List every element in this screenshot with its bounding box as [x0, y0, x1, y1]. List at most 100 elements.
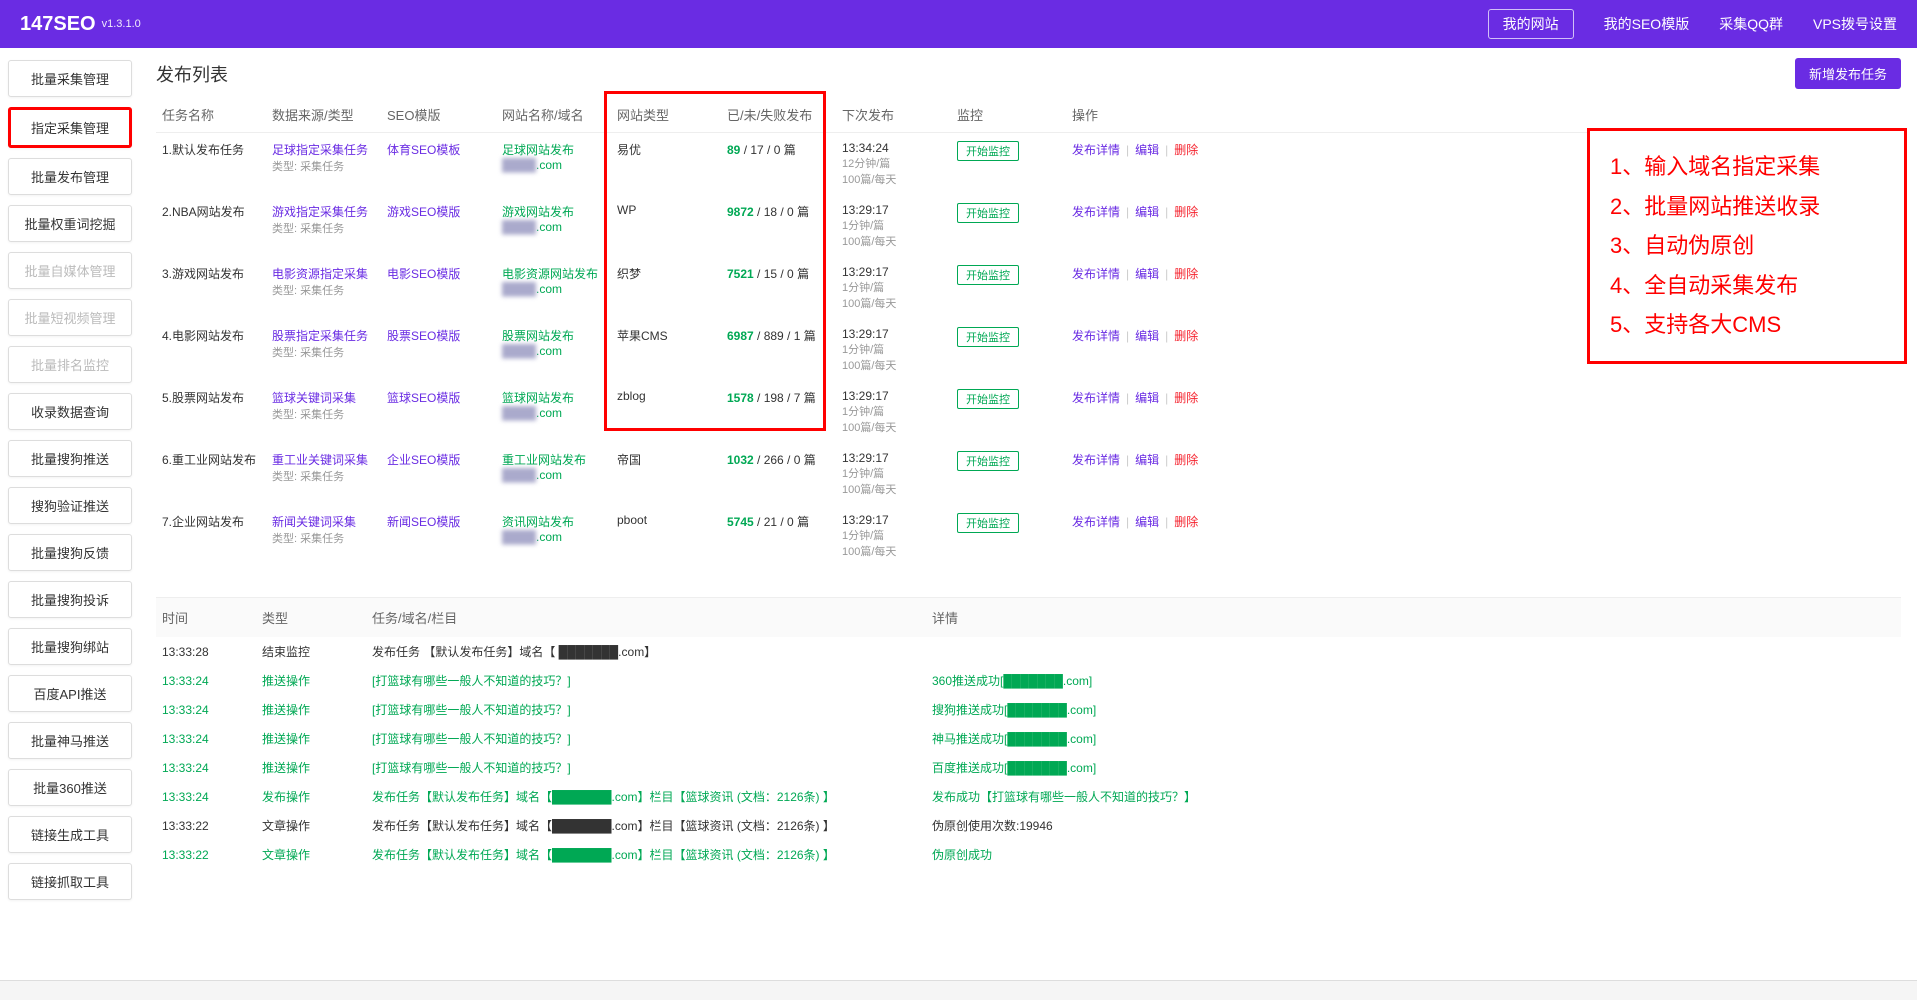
op-delete[interactable]: 删除 — [1174, 389, 1198, 406]
sidebar-item-13[interactable]: 百度API推送 — [8, 675, 132, 712]
op-delete[interactable]: 删除 — [1174, 327, 1198, 344]
op-edit[interactable]: 编辑 — [1135, 389, 1159, 406]
site-link[interactable]: 股票网站发布 — [502, 329, 574, 343]
log-task: 发布任务 【默认发布任务】域名【 ███████.com】 — [366, 637, 926, 666]
start-monitor-button[interactable]: 开始监控 — [957, 513, 1019, 533]
start-monitor-button[interactable]: 开始监控 — [957, 203, 1019, 223]
sidebar-item-14[interactable]: 批量神马推送 — [8, 722, 132, 759]
start-monitor-button[interactable]: 开始监控 — [957, 265, 1019, 285]
log-time: 13:33:24 — [156, 724, 256, 753]
cell-type: 苹果CMS — [611, 319, 721, 381]
log-detail: 伪原创使用次数:19946 — [926, 811, 1901, 840]
cell-name: 7.企业网站发布 — [156, 505, 266, 567]
start-monitor-button[interactable]: 开始监控 — [957, 327, 1019, 347]
sidebar-item-1[interactable]: 指定采集管理 — [8, 107, 132, 148]
site-link[interactable]: 电影资源网站发布 — [502, 267, 598, 281]
sidebar-item-0[interactable]: 批量采集管理 — [8, 60, 132, 97]
op-detail[interactable]: 发布详情 — [1072, 203, 1120, 220]
cell-next: 13:29:171分钟/篇100篇/每天 — [836, 443, 951, 505]
log-type: 结束监控 — [256, 637, 366, 666]
sidebar-item-2[interactable]: 批量发布管理 — [8, 158, 132, 195]
cell-ops: 发布详情|编辑|删除 — [1066, 443, 1901, 505]
source-link[interactable]: 游戏指定采集任务 — [272, 205, 368, 219]
op-detail[interactable]: 发布详情 — [1072, 141, 1120, 158]
sidebar-item-3[interactable]: 批量权重词挖掘 — [8, 205, 132, 242]
sidebar-item-11[interactable]: 批量搜狗投诉 — [8, 581, 132, 618]
sidebar-item-16[interactable]: 链接生成工具 — [8, 816, 132, 853]
sidebar-item-6[interactable]: 批量排名监控 — [8, 346, 132, 383]
cell-next: 13:29:171分钟/篇100篇/每天 — [836, 257, 951, 319]
sidebar-item-4[interactable]: 批量自媒体管理 — [8, 252, 132, 289]
cell-template: 体育SEO模板 — [381, 133, 496, 196]
site-link[interactable]: 游戏网站发布 — [502, 205, 574, 219]
op-detail[interactable]: 发布详情 — [1072, 327, 1120, 344]
op-detail[interactable]: 发布详情 — [1072, 265, 1120, 282]
site-link[interactable]: 篮球网站发布 — [502, 391, 574, 405]
add-publish-task-button[interactable]: 新增发布任务 — [1795, 58, 1901, 89]
site-link[interactable]: 重工业网站发布 — [502, 453, 586, 467]
source-link[interactable]: 电影资源指定采集 — [272, 267, 368, 281]
op-delete[interactable]: 删除 — [1174, 203, 1198, 220]
log-table: 时间类型任务/域名/栏目详情 13:33:28结束监控发布任务 【默认发布任务】… — [156, 598, 1901, 869]
log-task: 发布任务【默认发布任务】域名【███████.com】栏目【篮球资讯 (文档：2… — [366, 840, 926, 869]
nav-vps-dial[interactable]: VPS拨号设置 — [1813, 14, 1897, 34]
source-link[interactable]: 篮球关键词采集 — [272, 391, 356, 405]
op-edit[interactable]: 编辑 — [1135, 327, 1159, 344]
start-monitor-button[interactable]: 开始监控 — [957, 451, 1019, 471]
cell-site: 篮球网站发布████.com — [496, 381, 611, 443]
template-link[interactable]: 体育SEO模板 — [387, 143, 460, 157]
log-col-1: 类型 — [256, 598, 366, 637]
sidebar-item-15[interactable]: 批量360推送 — [8, 769, 132, 806]
nav-qq-group[interactable]: 采集QQ群 — [1719, 14, 1783, 34]
nav-seo-template[interactable]: 我的SEO模版 — [1604, 14, 1690, 34]
log-type: 推送操作 — [256, 695, 366, 724]
source-link[interactable]: 新闻关键词采集 — [272, 515, 356, 529]
log-row: 13:33:24推送操作[打篮球有哪些一般人不知道的技巧？]百度推送成功[███… — [156, 753, 1901, 782]
op-detail[interactable]: 发布详情 — [1072, 451, 1120, 468]
op-edit[interactable]: 编辑 — [1135, 265, 1159, 282]
version: v1.3.1.0 — [102, 18, 141, 30]
cell-next: 13:29:171分钟/篇100篇/每天 — [836, 319, 951, 381]
cell-counts: 1578 / 198 / 7 篇 — [721, 381, 836, 443]
sidebar-item-10[interactable]: 批量搜狗反馈 — [8, 534, 132, 571]
template-link[interactable]: 电影SEO模版 — [387, 267, 460, 281]
op-edit[interactable]: 编辑 — [1135, 513, 1159, 530]
start-monitor-button[interactable]: 开始监控 — [957, 141, 1019, 161]
annotation-box: 1、输入域名指定采集2、批量网站推送收录3、自动伪原创4、全自动采集发布5、支持… — [1587, 128, 1907, 364]
sidebar-item-17[interactable]: 链接抓取工具 — [8, 863, 132, 900]
sidebar-item-12[interactable]: 批量搜狗绑站 — [8, 628, 132, 665]
op-delete[interactable]: 删除 — [1174, 265, 1198, 282]
log-task: 发布任务【默认发布任务】域名【███████.com】栏目【篮球资讯 (文档：2… — [366, 811, 926, 840]
cell-template: 新闻SEO模版 — [381, 505, 496, 567]
log-detail — [926, 637, 1901, 666]
op-edit[interactable]: 编辑 — [1135, 203, 1159, 220]
log-type: 推送操作 — [256, 666, 366, 695]
sidebar-item-9[interactable]: 搜狗验证推送 — [8, 487, 132, 524]
op-detail[interactable]: 发布详情 — [1072, 389, 1120, 406]
op-edit[interactable]: 编辑 — [1135, 451, 1159, 468]
template-link[interactable]: 股票SEO模版 — [387, 329, 460, 343]
cell-next: 13:29:171分钟/篇100篇/每天 — [836, 505, 951, 567]
op-delete[interactable]: 删除 — [1174, 451, 1198, 468]
sidebar-item-5[interactable]: 批量短视频管理 — [8, 299, 132, 336]
op-delete[interactable]: 删除 — [1174, 141, 1198, 158]
source-link[interactable]: 股票指定采集任务 — [272, 329, 368, 343]
start-monitor-button[interactable]: 开始监控 — [957, 389, 1019, 409]
sidebar-item-7[interactable]: 收录数据查询 — [8, 393, 132, 430]
site-link[interactable]: 足球网站发布 — [502, 143, 574, 157]
source-link[interactable]: 足球指定采集任务 — [272, 143, 368, 157]
sidebar-item-8[interactable]: 批量搜狗推送 — [8, 440, 132, 477]
op-edit[interactable]: 编辑 — [1135, 141, 1159, 158]
cell-type: pboot — [611, 505, 721, 567]
op-delete[interactable]: 删除 — [1174, 513, 1198, 530]
annotation-item-3: 4、全自动采集发布 — [1610, 266, 1884, 306]
template-link[interactable]: 游戏SEO模版 — [387, 205, 460, 219]
op-detail[interactable]: 发布详情 — [1072, 513, 1120, 530]
nav-my-site[interactable]: 我的网站 — [1488, 9, 1574, 39]
source-link[interactable]: 重工业关键词采集 — [272, 453, 368, 467]
template-link[interactable]: 企业SEO模版 — [387, 453, 460, 467]
template-link[interactable]: 新闻SEO模版 — [387, 515, 460, 529]
template-link[interactable]: 篮球SEO模版 — [387, 391, 460, 405]
site-link[interactable]: 资讯网站发布 — [502, 515, 574, 529]
log-time: 13:33:24 — [156, 753, 256, 782]
